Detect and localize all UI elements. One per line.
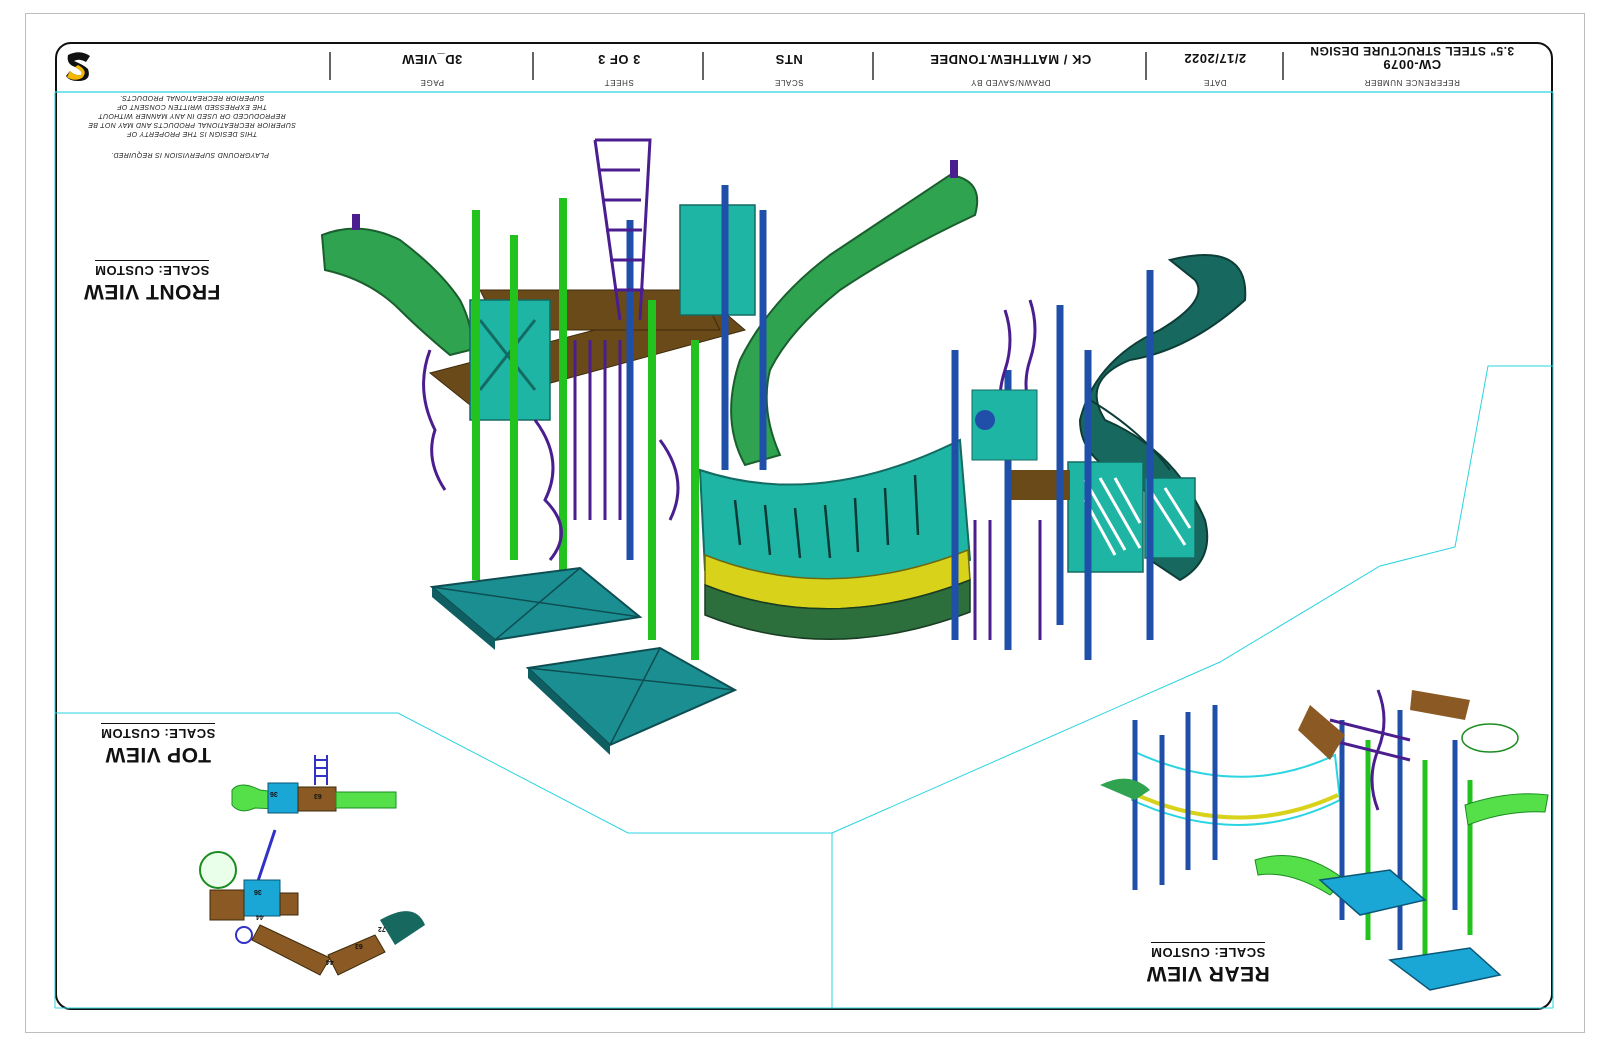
- deck-label: 63: [355, 942, 363, 949]
- disclaimer-block: THIS DESIGN IS THE PROPERTY OF SUPERIOR …: [72, 93, 312, 138]
- top-view-title: TOP VIEW: [105, 743, 211, 766]
- sheet-label: SHEET: [604, 78, 634, 87]
- logo-s-icon: [60, 47, 98, 85]
- deck-label: 36: [270, 790, 278, 797]
- top-view-scale: SCALE: CUSTOM: [100, 723, 216, 741]
- supervision-note: PLAYGROUND SUPERVISION IS REQUIRED.: [110, 151, 270, 158]
- wave-slide-left: [320, 214, 473, 357]
- curved-bridge: [698, 438, 972, 640]
- rear-view-title: REAR VIEW: [1146, 962, 1270, 985]
- front-view-scale: SCALE: CUSTOM: [94, 260, 210, 278]
- disclaimer-line-4: THE EXPRESSED WRITTEN CONSENT OF: [117, 103, 267, 110]
- reference-number-label: REFERENCE NUMBER: [1364, 78, 1460, 87]
- front-view-illustration: [320, 138, 1247, 755]
- disclaimer-line-2: SUPERIOR RECREATIONAL PRODUCTS AND MAY N…: [88, 121, 296, 128]
- rear-view-title-block: REAR VIEW SCALE: CUSTOM: [1133, 942, 1283, 985]
- reference-code: CW-0079: [1382, 57, 1442, 72]
- top-view-title-block: TOP VIEW SCALE: CUSTOM: [88, 723, 228, 766]
- deck-label: 44: [326, 958, 334, 965]
- rear-view-scale: SCALE: CUSTOM: [1150, 942, 1266, 960]
- step-platforms: [429, 566, 738, 755]
- date-value: 2/17/2022: [1183, 51, 1247, 66]
- date-label: DATE: [1203, 78, 1227, 87]
- disclaimer-line-1: THIS DESIGN IS THE PROPERTY OF: [126, 130, 258, 137]
- deck-label: 36: [254, 888, 262, 895]
- deck-label: 63: [314, 792, 322, 799]
- page-value: 3D_VIEW: [401, 52, 463, 67]
- front-view-title-block: FRONT VIEW SCALE: CUSTOM: [72, 260, 232, 303]
- sheet-value: 3 OF 3: [597, 52, 641, 67]
- reference-design: 3.5" STEEL STRUCTURE DESIGN: [1309, 44, 1515, 58]
- scale-label: SCALE: [774, 78, 804, 87]
- deck-label: 44: [256, 913, 264, 920]
- company-logo: [60, 47, 98, 85]
- top-view-illustration: [199, 755, 425, 976]
- disclaimer-line-5: SUPERIOR RECREATIONAL PRODUCTS.: [119, 94, 265, 101]
- front-view-title: FRONT VIEW: [83, 280, 221, 303]
- scale-value: NTS: [775, 52, 803, 67]
- wave-slide-right: [730, 160, 979, 467]
- drawn-by-value: CK / MATTHEW.TONDEE: [929, 52, 1092, 67]
- drawn-by-label: DRAWN/SAVED BY: [970, 78, 1051, 87]
- deck-label: 72: [378, 925, 386, 932]
- page-label: PAGE: [419, 78, 445, 87]
- disclaimer-line-3: REPRODUCED OR USED IN ANY MANNER WITHOUT: [98, 112, 286, 119]
